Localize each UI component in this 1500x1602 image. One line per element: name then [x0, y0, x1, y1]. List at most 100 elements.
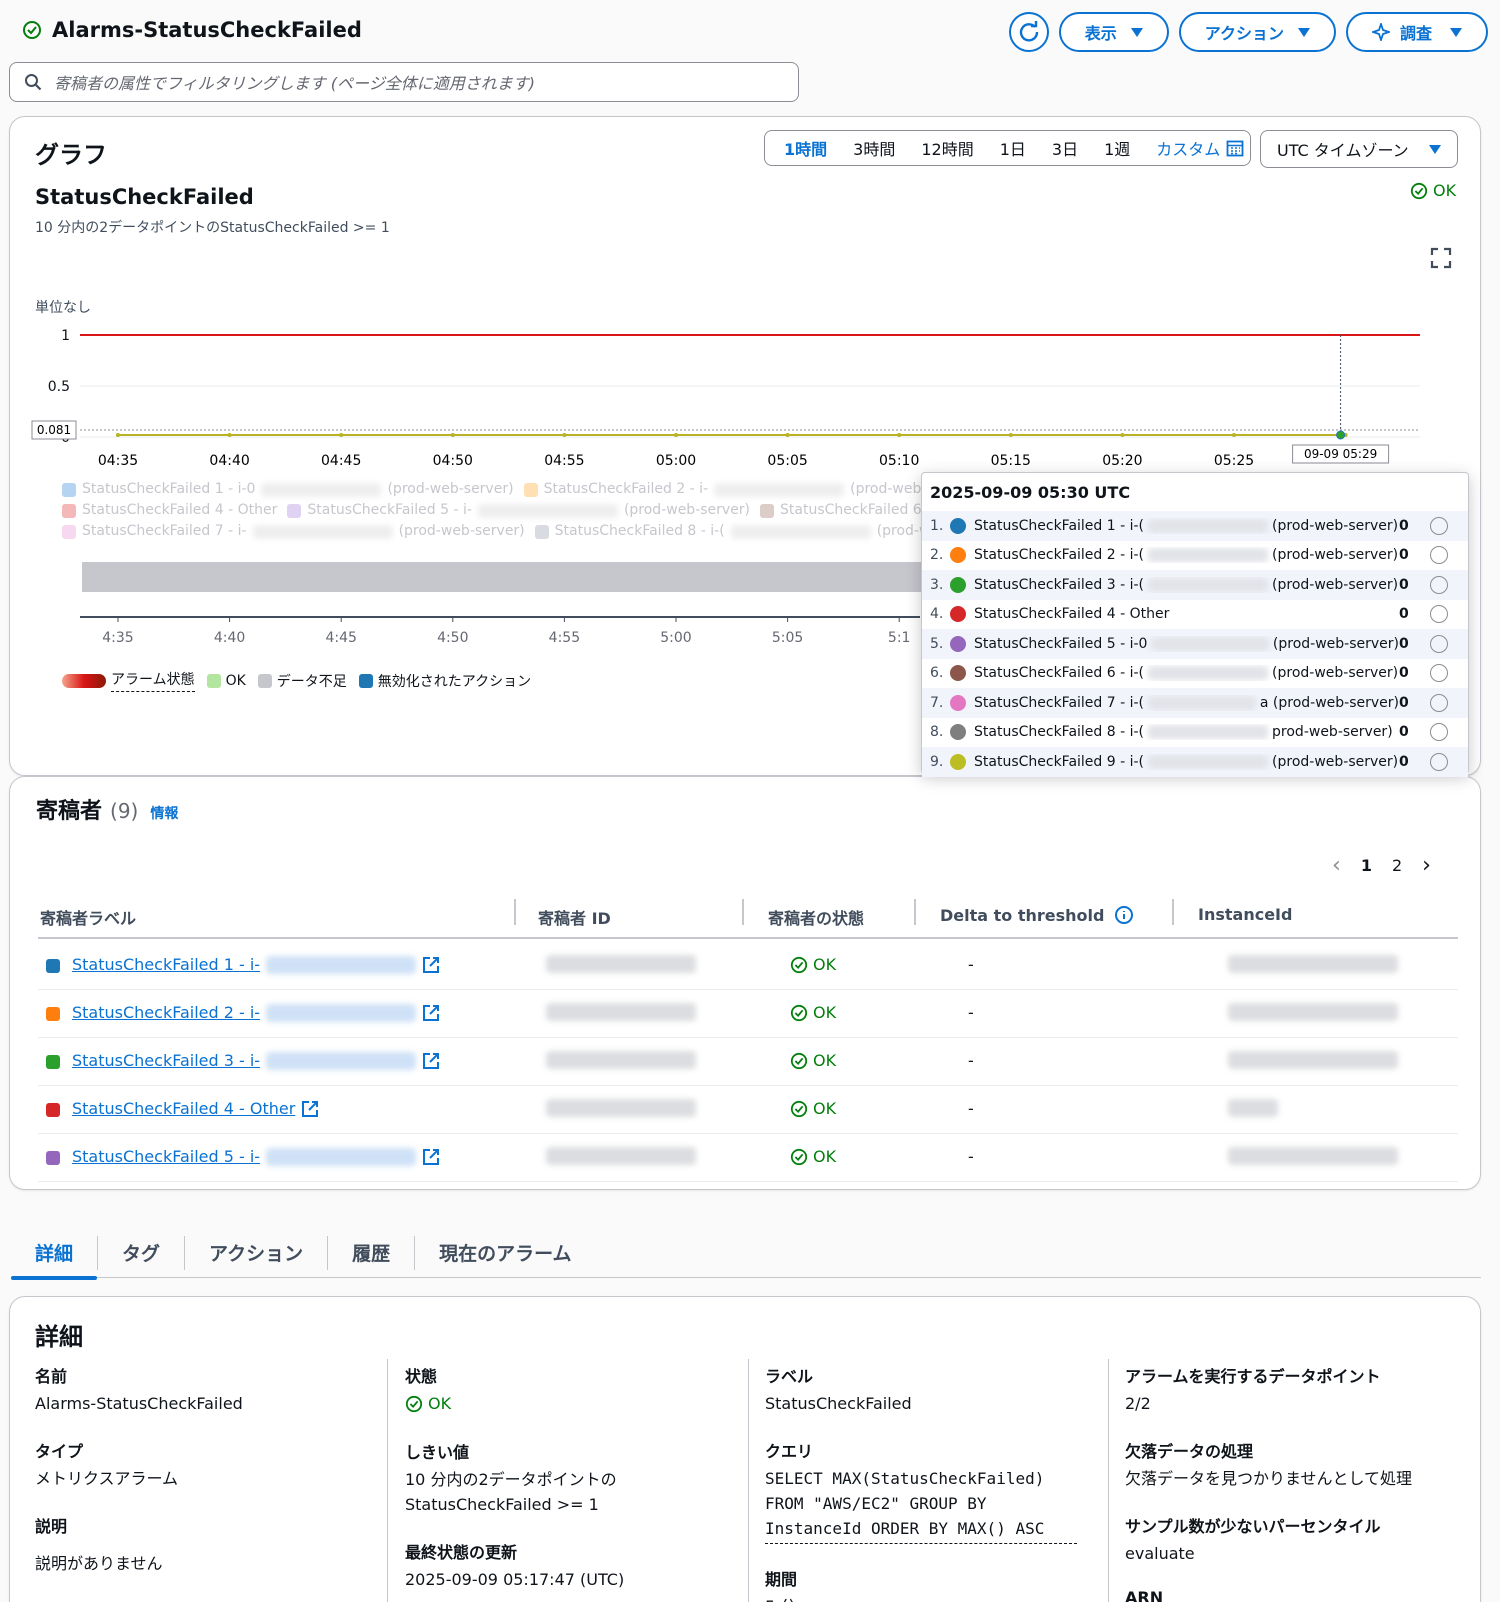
tab-tags[interactable]: タグ — [97, 1235, 184, 1270]
next-page-icon[interactable]: › — [1422, 853, 1431, 878]
info-link[interactable]: 情報 — [150, 803, 178, 823]
legend-item[interactable]: StatusCheckFailed 8 - i-((prod-web-ser — [534, 521, 975, 542]
instance-id — [1228, 1099, 1278, 1117]
compass-icon[interactable] — [1430, 752, 1448, 771]
data-point — [227, 433, 232, 437]
x-tick-label: 05:25 — [1214, 453, 1254, 467]
tooltip-row-index: 2. — [930, 547, 944, 564]
legend-item[interactable]: StatusCheckFailed 4 - Other — [62, 500, 277, 521]
legend-item[interactable]: StatusCheckFailed 7 - i- (prod-web-server… — [62, 521, 525, 542]
query-line-1: SELECT MAX(StatusCheckFailed) — [765, 1469, 1045, 1488]
tooltip-row-index: 8. — [930, 724, 944, 741]
status-ok-icon — [790, 1148, 808, 1165]
search-icon — [25, 74, 42, 91]
fullscreen-icon[interactable] — [1430, 247, 1452, 269]
compass-icon[interactable] — [1430, 605, 1448, 624]
compass-icon[interactable] — [1430, 575, 1448, 594]
compass-icon[interactable] — [1430, 516, 1448, 535]
legend-item[interactable]: StatusCheckFailed 2 - i- (prod-web-ser — [523, 479, 948, 500]
compass-icon[interactable] — [1430, 664, 1448, 683]
details-col-2: 状態 OK しきい値 10 分内の2データポイントの StatusCheckFail… — [405, 1363, 745, 1602]
col-instance[interactable]: InstanceId — [1198, 905, 1292, 924]
contributor-link[interactable]: StatusCheckFailed 3 - i- — [72, 1051, 440, 1070]
range-1h[interactable]: 1時間 — [771, 136, 840, 160]
range-1w[interactable]: 1週 — [1091, 136, 1143, 160]
instance-id — [1228, 1051, 1398, 1069]
series-color-dot — [950, 606, 966, 623]
actions-button[interactable]: アクション — [1178, 12, 1336, 52]
period-key: 期間 — [765, 1570, 798, 1589]
range-12h[interactable]: 12時間 — [908, 136, 986, 160]
cursor-marker — [1336, 430, 1346, 440]
filter-placeholder: 寄稿者の属性でフィルタリングします (ページ全体に適用されます) — [54, 74, 535, 93]
contributor-id — [546, 1147, 696, 1165]
range-3h[interactable]: 3時間 — [840, 136, 908, 160]
contributor-filter-input[interactable]: 寄稿者の属性でフィルタリングします (ページ全体に適用されます) — [9, 62, 799, 102]
query-line-2: FROM "AWS/EC2" GROUP BY — [765, 1494, 987, 1513]
compass-icon[interactable] — [1430, 723, 1448, 742]
sparkle-icon — [1371, 23, 1390, 41]
timezone-select[interactable]: UTC タイムゾーン — [1260, 130, 1458, 168]
series-color-square — [46, 959, 60, 973]
tooltip-row-value: 0 — [1399, 753, 1409, 770]
query-line-3[interactable]: InstanceId ORDER BY MAX() ASC — [765, 1516, 1077, 1544]
tooltip-row-value: 0 — [1399, 576, 1409, 593]
calendar-icon[interactable] — [1226, 139, 1244, 157]
col-id[interactable]: 寄稿者 ID — [538, 905, 611, 929]
range-1d[interactable]: 1日 — [987, 136, 1039, 160]
tab-details[interactable]: 詳細 — [11, 1236, 98, 1280]
page-1[interactable]: 1 — [1361, 856, 1372, 875]
contributor-state: OK — [790, 1147, 836, 1166]
contributor-row: StatusCheckFailed 4 - Other OK - — [38, 1085, 1458, 1134]
prev-page-icon[interactable]: ‹ — [1332, 853, 1341, 878]
tooltip-row: 6. StatusCheckFailed 6 - i-((prod-web-ser… — [922, 659, 1468, 689]
tooltip-title: 2025-09-09 05:30 UTC — [930, 483, 1131, 502]
compass-icon[interactable] — [1430, 634, 1448, 653]
external-link-icon — [423, 1148, 440, 1165]
status-ok-icon — [790, 1004, 808, 1021]
col-delta[interactable]: Delta to threshold — [940, 905, 1134, 925]
tooltip-row-value: 0 — [1399, 724, 1409, 741]
info-icon[interactable] — [1114, 905, 1134, 925]
display-button[interactable]: 表示 — [1058, 12, 1169, 52]
col-label[interactable]: 寄稿者ラベル — [40, 905, 136, 929]
status-ok-icon — [790, 956, 808, 973]
timeline-tick-label: 4:40 — [214, 630, 245, 646]
tab-actions[interactable]: アクション — [184, 1235, 327, 1270]
tooltip-row-index: 4. — [930, 606, 944, 623]
col-state[interactable]: 寄稿者の状態 — [768, 905, 864, 929]
metric-chart: 10.500.08104:3504:4004:4504:5004:5505:00… — [31, 328, 1420, 467]
tooltip-row-value: 0 — [1399, 606, 1409, 623]
contributor-state: OK — [790, 1099, 836, 1118]
compass-icon[interactable] — [1430, 546, 1448, 565]
contributor-link[interactable]: StatusCheckFailed 1 - i- — [72, 955, 440, 974]
tab-current-alarms[interactable]: 現在のアラーム — [414, 1235, 595, 1270]
investigate-button[interactable]: 調査 — [1345, 12, 1488, 52]
name-key: 名前 — [35, 1367, 68, 1386]
range-3d[interactable]: 3日 — [1039, 136, 1091, 160]
series-color-dot — [950, 517, 966, 534]
legend-ok: OK — [206, 673, 246, 689]
legend-item[interactable]: StatusCheckFailed 5 - i- (prod-web-server… — [287, 500, 750, 521]
threshold-key: しきい値 — [405, 1442, 470, 1462]
contributor-link[interactable]: StatusCheckFailed 2 - i- — [72, 1003, 440, 1022]
tab-history[interactable]: 履歴 — [327, 1235, 414, 1270]
state-key: 状態 — [405, 1367, 438, 1386]
tooltip-row: 9. StatusCheckFailed 9 - i-((prod-web-ser… — [922, 747, 1468, 777]
page-2[interactable]: 2 — [1392, 856, 1402, 875]
contributor-link[interactable]: StatusCheckFailed 4 - Other — [72, 1099, 319, 1118]
range-custom[interactable]: カスタム — [1143, 136, 1226, 160]
delta-to-threshold: - — [968, 1003, 974, 1022]
contributor-link[interactable]: StatusCheckFailed 5 - i- — [72, 1147, 440, 1166]
compass-icon[interactable] — [1430, 693, 1448, 712]
refresh-button[interactable] — [1008, 12, 1049, 52]
x-tick-label: 04:45 — [321, 453, 361, 467]
actions-button-label: アクション — [1204, 24, 1284, 43]
status-ok-icon — [405, 1395, 423, 1412]
tooltip-row-index: 5. — [930, 635, 944, 652]
contributor-row: StatusCheckFailed 3 - i- OK - — [38, 1037, 1458, 1086]
contributor-id — [546, 1099, 696, 1117]
x-tick-label: 04:55 — [544, 453, 584, 467]
legend-item[interactable]: StatusCheckFailed 1 - i-0 (prod-web-serve… — [62, 479, 514, 500]
timeline-tick-label: 4:50 — [437, 630, 468, 646]
